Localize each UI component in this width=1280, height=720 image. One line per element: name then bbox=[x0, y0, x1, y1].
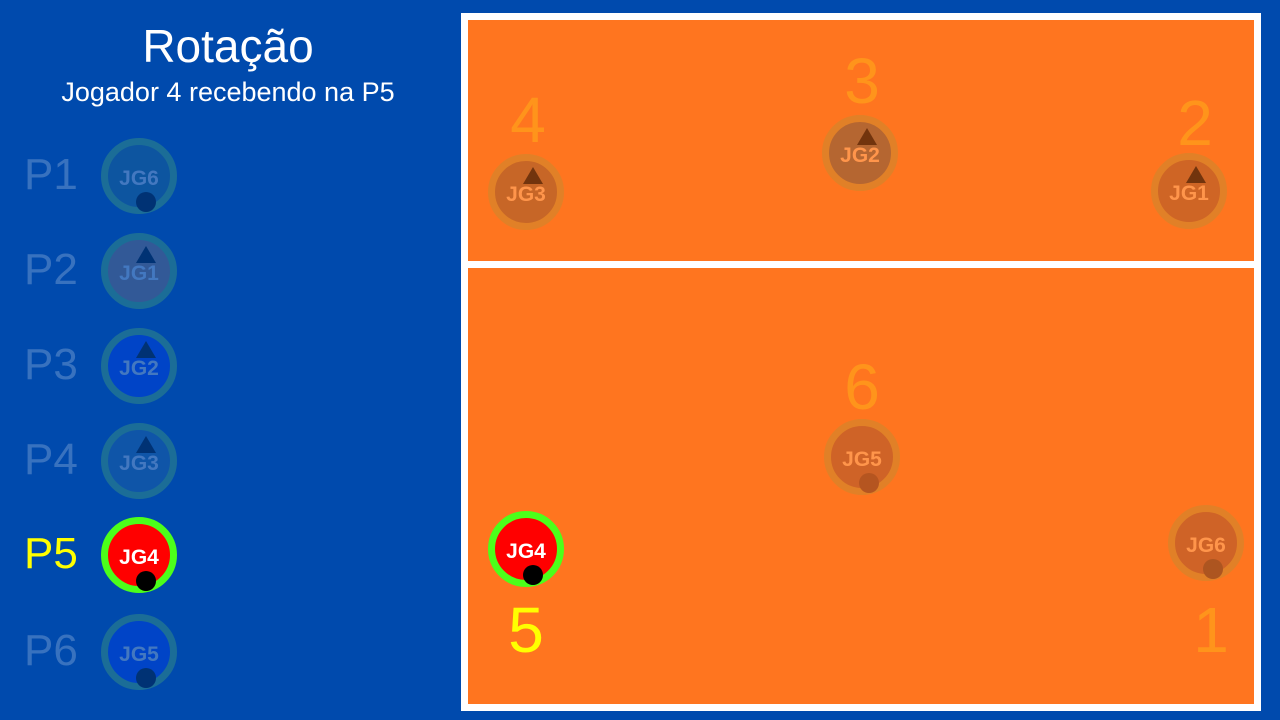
player-name: JG5 bbox=[119, 643, 159, 666]
court-player-jg2: JG2 bbox=[822, 115, 898, 191]
dot-icon bbox=[136, 668, 156, 688]
zone-number-1: 1 bbox=[1193, 594, 1229, 666]
volleyball-court: 4 JG3 3 JG2 2 JG1 6 JG5 JG4 5 JG6 1 bbox=[461, 13, 1261, 711]
rotation-row-p1: P1 JG6 bbox=[0, 131, 200, 221]
player-chip: JG5 bbox=[101, 614, 177, 690]
player-name: JG2 bbox=[119, 357, 159, 380]
player-name: JG4 bbox=[119, 546, 159, 569]
position-label: P5 bbox=[24, 529, 78, 578]
zone-number-6: 6 bbox=[844, 351, 880, 423]
zone-number-2: 2 bbox=[1177, 87, 1213, 159]
player-name: JG6 bbox=[119, 167, 159, 190]
rotation-row-p2: P2 JG1 bbox=[0, 226, 200, 316]
dot-icon bbox=[523, 565, 543, 585]
player-chip: JG2 bbox=[101, 328, 177, 404]
position-label: P1 bbox=[24, 150, 78, 199]
court-player-jg4-active: JG4 bbox=[488, 511, 564, 587]
dot-icon bbox=[136, 192, 156, 212]
page-title: Rotação bbox=[142, 20, 314, 72]
player-chip-active: JG4 bbox=[101, 517, 177, 593]
triangle-icon bbox=[1186, 166, 1206, 183]
player-name: JG2 bbox=[840, 144, 880, 167]
triangle-icon bbox=[136, 436, 156, 453]
triangle-icon bbox=[136, 246, 156, 263]
player-name: JG3 bbox=[506, 183, 546, 206]
rotation-row-p6: P6 JG5 bbox=[0, 607, 200, 697]
net-line bbox=[468, 261, 1254, 268]
triangle-icon bbox=[857, 128, 877, 145]
rotation-row-p3: P3 JG2 bbox=[0, 321, 200, 411]
player-chip: JG3 bbox=[101, 423, 177, 499]
dot-icon bbox=[1203, 559, 1223, 579]
position-label: P4 bbox=[24, 435, 78, 484]
zone-number-3: 3 bbox=[844, 45, 880, 117]
rotation-row-p4: P4 JG3 bbox=[0, 416, 200, 506]
player-name: JG5 bbox=[842, 448, 882, 471]
court-player-jg3: JG3 bbox=[488, 154, 564, 230]
player-chip: JG6 bbox=[101, 138, 177, 214]
dot-icon bbox=[136, 571, 156, 591]
court-player-jg5: JG5 bbox=[824, 419, 900, 495]
triangle-icon bbox=[523, 167, 543, 184]
player-name: JG4 bbox=[506, 540, 546, 563]
triangle-icon bbox=[136, 341, 156, 358]
court-player-jg1: JG1 bbox=[1151, 153, 1227, 229]
player-chip: JG1 bbox=[101, 233, 177, 309]
court-player-jg6: JG6 bbox=[1168, 505, 1244, 581]
position-label: P3 bbox=[24, 340, 78, 389]
player-name: JG3 bbox=[119, 452, 159, 475]
page-subtitle: Jogador 4 recebendo na P5 bbox=[61, 77, 395, 107]
player-name: JG6 bbox=[1186, 534, 1226, 557]
zone-number-4: 4 bbox=[510, 84, 546, 156]
zone-number-5: 5 bbox=[508, 594, 544, 666]
player-name: JG1 bbox=[1169, 182, 1209, 205]
dot-icon bbox=[859, 473, 879, 493]
position-label: P6 bbox=[24, 626, 78, 675]
player-name: JG1 bbox=[119, 262, 159, 285]
rotation-row-p5: P5 JG4 bbox=[0, 510, 200, 600]
position-label: P2 bbox=[24, 245, 78, 294]
